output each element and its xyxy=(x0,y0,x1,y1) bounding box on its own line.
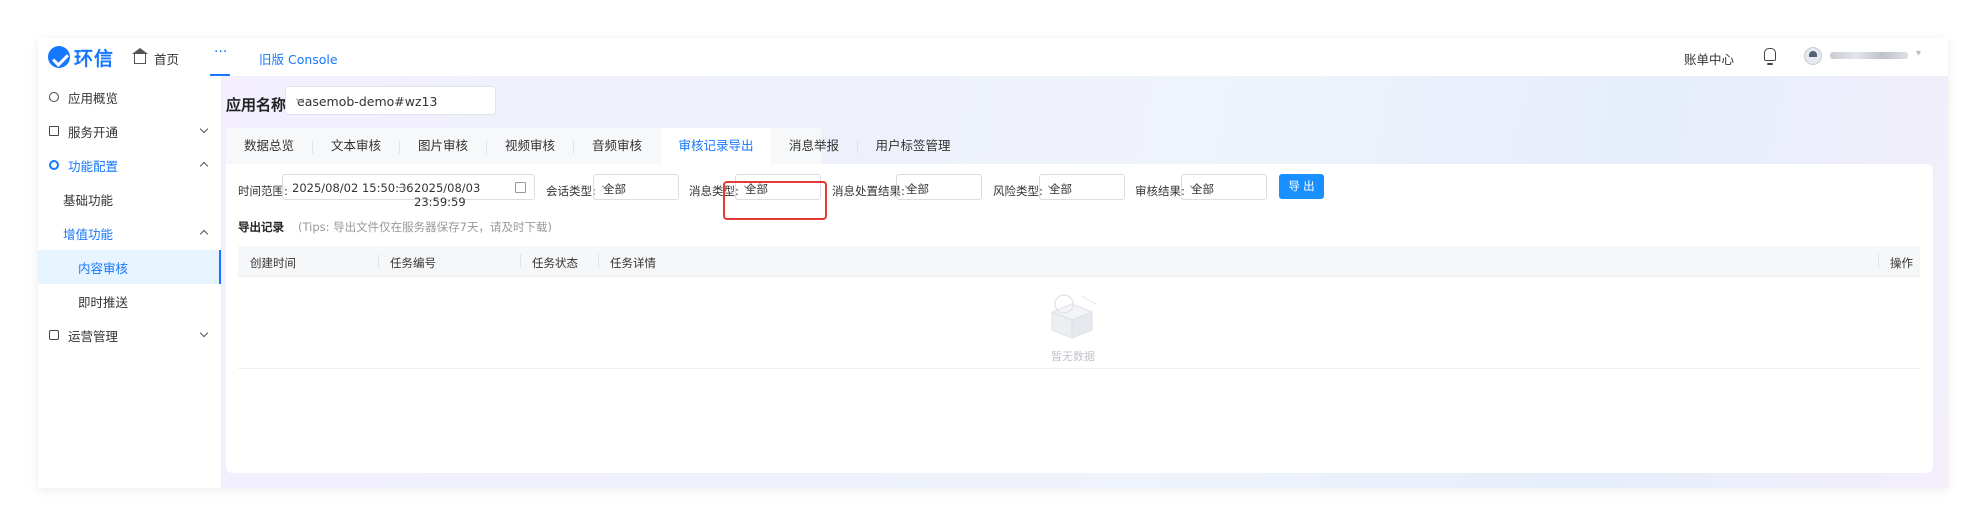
tab-video-review[interactable]: 视频审核 xyxy=(487,128,573,164)
tab-text-review[interactable]: 文本审核 xyxy=(313,128,399,164)
session-type-select[interactable]: 全部 xyxy=(593,174,679,200)
column-header-created-time: 创建时间 xyxy=(250,256,296,270)
risk-type-select[interactable]: 全部 xyxy=(1039,174,1125,200)
tab-bar: 数据总览 文本审核 图片审核 视频审核 音频审核 审核记录导出 消息举报 用户标… xyxy=(226,128,951,164)
export-records-title: 导出记录 xyxy=(238,220,284,234)
logo-icon xyxy=(48,46,70,68)
logo[interactable]: 环信 xyxy=(48,44,114,70)
sidebar-item-value-added[interactable]: 增值功能 xyxy=(38,216,221,250)
sidebar-item-label: 基础功能 xyxy=(63,192,114,208)
column-header-task-status: 任务状态 xyxy=(532,256,578,270)
audit-result-label: 审核结果: xyxy=(1135,184,1185,198)
column-divider xyxy=(1878,254,1879,268)
date-start-value: 2025/08/02 15:50:36 xyxy=(292,181,414,195)
sidebar-item-feature-config[interactable]: 功能配置 xyxy=(38,148,221,182)
bell-icon[interactable] xyxy=(1764,48,1776,65)
export-panel: 时间范围: 2025/08/02 15:50:36 → 2025/08/03 2… xyxy=(226,164,1933,473)
sidebar-item-instant-push[interactable]: 即时推送 xyxy=(38,284,221,318)
avatar[interactable] xyxy=(1804,47,1822,65)
session-type-label: 会话类型: xyxy=(546,184,596,198)
main-content: 应用名称 easemob-demo#wz13 数据总览 文本审核 图片审核 视频… xyxy=(222,76,1948,488)
column-header-actions: 操作 xyxy=(1890,256,1913,270)
top-bar: 环信 首页 ··· 旧版 Console 账单中心 ▾ xyxy=(38,38,1948,77)
old-console-link[interactable]: 旧版 Console xyxy=(259,49,338,68)
app-name-label: 应用名称 xyxy=(226,96,287,114)
chevron-down-icon xyxy=(199,328,209,338)
sidebar: 应用概览 服务开通 功能配置 基础功能 增值功能 内容审核 即时推送 运营管理 xyxy=(38,76,222,488)
table-header: 创建时间 任务编号 任务状态 任务详情 操作 xyxy=(238,246,1920,277)
disposal-result-label: 消息处置结果: xyxy=(832,184,905,198)
logo-text: 环信 xyxy=(74,47,115,70)
table-bottom-divider xyxy=(238,368,1920,369)
sidebar-item-label: 增值功能 xyxy=(63,226,114,242)
grid-icon xyxy=(49,126,59,136)
sidebar-item-label: 内容审核 xyxy=(78,260,129,276)
audit-result-select[interactable]: 全部 xyxy=(1181,174,1267,200)
tab-review-record-export[interactable]: 审核记录导出 xyxy=(661,128,771,164)
app-select[interactable]: easemob-demo#wz13 xyxy=(285,86,496,115)
home-link[interactable]: 首页 xyxy=(132,47,180,68)
calendar-icon xyxy=(515,182,526,193)
chevron-up-icon xyxy=(199,229,209,239)
sidebar-item-operations[interactable]: 运营管理 xyxy=(38,318,221,352)
tab-image-review[interactable]: 图片审核 xyxy=(400,128,486,164)
chevron-up-icon xyxy=(199,161,209,171)
app-select-value: easemob-demo#wz13 xyxy=(297,94,438,109)
disposal-result-select[interactable]: 全部 xyxy=(896,174,982,200)
chevron-down-icon xyxy=(199,124,209,134)
overview-icon xyxy=(49,92,59,102)
empty-box-icon xyxy=(1050,294,1097,339)
operations-icon xyxy=(49,330,59,340)
tab-audio-review[interactable]: 音频审核 xyxy=(574,128,660,164)
arrow-right-icon: → xyxy=(397,180,407,194)
tab-data-overview[interactable]: 数据总览 xyxy=(226,128,312,164)
sidebar-item-label: 即时推送 xyxy=(78,294,129,310)
sidebar-item-content-moderation[interactable]: 内容审核 xyxy=(38,250,221,284)
feature-config-icon xyxy=(49,160,59,170)
billing-center-link[interactable]: 账单中心 xyxy=(1684,49,1734,68)
time-range-label: 时间范围: xyxy=(238,184,288,198)
column-divider xyxy=(598,254,599,268)
tab-message-report[interactable]: 消息举报 xyxy=(771,128,857,164)
column-header-task-details: 任务详情 xyxy=(610,256,656,270)
column-divider xyxy=(520,254,521,268)
sidebar-item-app-overview[interactable]: 应用概览 xyxy=(38,80,221,114)
column-header-task-id: 任务编号 xyxy=(390,256,436,270)
date-range-picker[interactable]: 2025/08/02 15:50:36 → 2025/08/03 23:59:5… xyxy=(282,174,535,209)
more-menu-icon[interactable]: ··· xyxy=(214,44,227,60)
sidebar-item-basic-features[interactable]: 基础功能 xyxy=(38,182,221,216)
sidebar-item-label: 功能配置 xyxy=(68,158,119,174)
app-window: 环信 首页 ··· 旧版 Console 账单中心 ▾ 应用概览 服务开通 功能… xyxy=(38,38,1948,488)
export-records-tip: (Tips: 导出文件仅在服务器保存7天，请及时下载) xyxy=(298,220,552,234)
sidebar-item-label: 应用概览 xyxy=(68,90,119,106)
export-button[interactable]: 导 出 xyxy=(1279,174,1324,199)
sidebar-item-service[interactable]: 服务开通 xyxy=(38,114,221,148)
sidebar-item-label: 运营管理 xyxy=(68,328,119,344)
tab-user-tag-management[interactable]: 用户标签管理 xyxy=(858,128,968,164)
home-label: 首页 xyxy=(154,52,180,67)
home-icon xyxy=(132,47,148,64)
risk-type-label: 风险类型: xyxy=(993,184,1043,198)
column-divider xyxy=(378,254,379,268)
active-tab-highlight xyxy=(723,181,827,220)
username-blurred[interactable] xyxy=(1830,52,1908,59)
empty-state-text: 暂无数据 xyxy=(1051,350,1095,363)
sidebar-item-label: 服务开通 xyxy=(68,124,119,140)
chevron-down-icon[interactable]: ▾ xyxy=(1916,48,1921,59)
